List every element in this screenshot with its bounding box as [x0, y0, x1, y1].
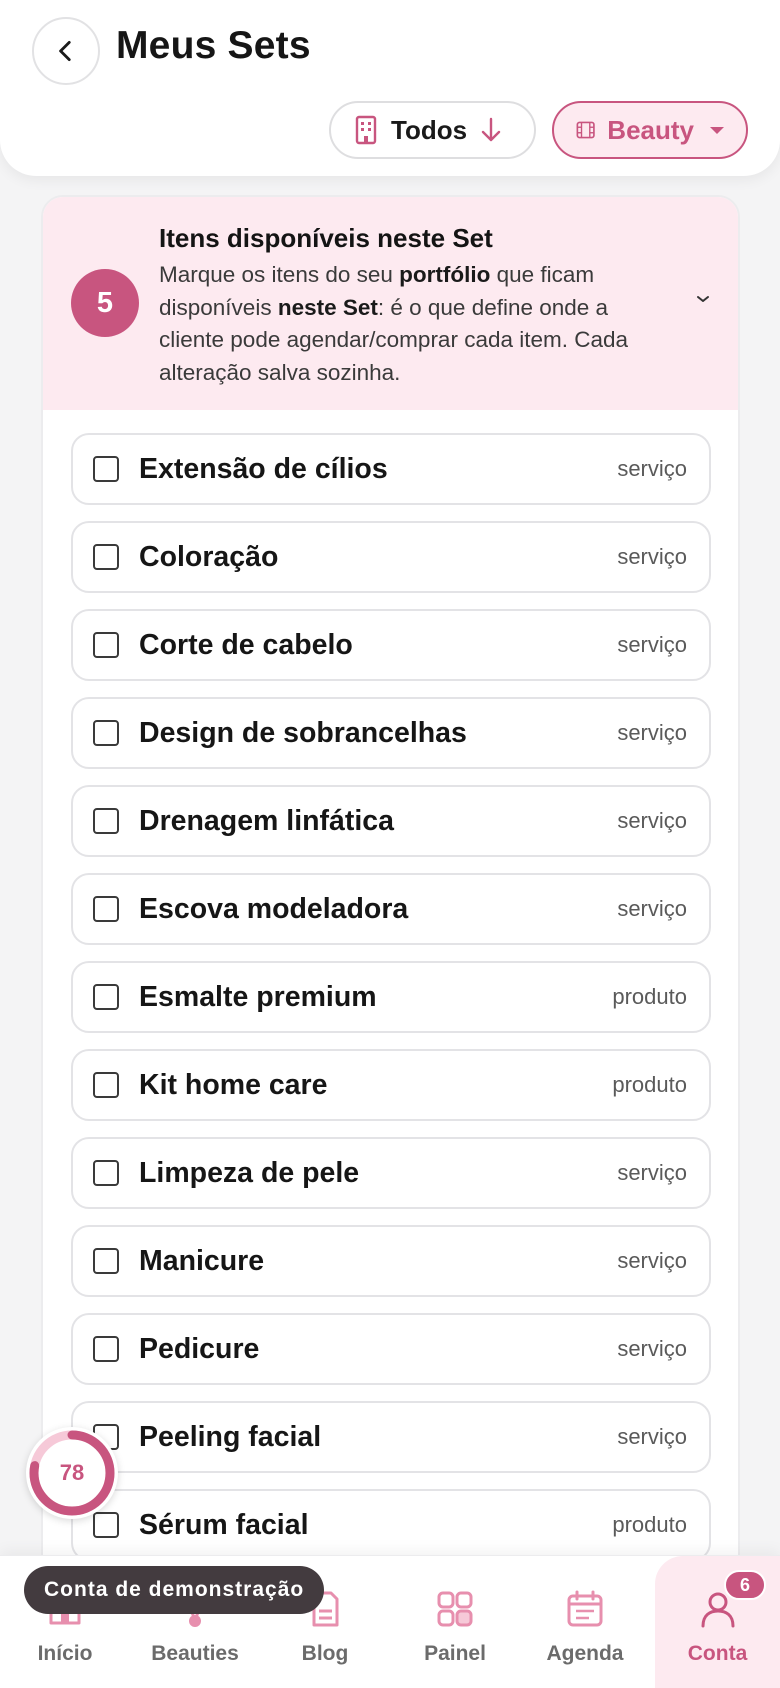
list-item[interactable]: Manicure serviço	[71, 1225, 711, 1297]
item-name: Coloração	[139, 540, 279, 573]
item-type: serviço	[617, 1248, 687, 1273]
info-title: Itens disponíveis neste Set	[159, 223, 493, 253]
item-name: Esmalte premium	[139, 980, 377, 1013]
filter-all-label: Todos	[391, 114, 468, 145]
item-checkbox[interactable]	[93, 456, 119, 482]
nav-label-blog: Blog	[301, 1642, 349, 1665]
nav-item-agenda[interactable]: Agenda	[525, 1556, 645, 1688]
item-name: Pedicure	[139, 1332, 260, 1365]
page-title: Meus Sets	[116, 24, 311, 67]
item-name: Manicure	[139, 1244, 265, 1277]
nav-label-conta: Conta	[687, 1642, 748, 1665]
grid-icon	[437, 1591, 473, 1627]
item-checkbox[interactable]	[93, 1248, 119, 1274]
item-checkbox[interactable]	[93, 1336, 119, 1362]
item-checkbox[interactable]	[93, 1072, 119, 1098]
film-icon	[576, 121, 595, 139]
item-checkbox[interactable]	[93, 720, 119, 746]
item-checkbox[interactable]	[93, 808, 119, 834]
item-type: serviço	[617, 456, 687, 481]
info-panel[interactable]: 5 Itens disponíveis neste Set Marque os …	[43, 197, 738, 410]
list-item[interactable]: Design de sobrancelhas serviço	[71, 697, 711, 769]
item-checkbox[interactable]	[93, 632, 119, 658]
item-name: Extensão de cílios	[139, 452, 388, 485]
item-name: Kit home care	[139, 1068, 328, 1101]
item-type: serviço	[617, 720, 687, 745]
list-item[interactable]: Esmalte premium produto	[71, 961, 711, 1033]
list-item[interactable]: Coloração serviço	[71, 521, 711, 593]
notification-badge: 6	[724, 1570, 766, 1600]
profile-score-ring[interactable]: 78	[26, 1427, 118, 1519]
arrow-down-icon	[481, 117, 501, 142]
item-name: Sérum facial	[139, 1508, 309, 1541]
item-type: serviço	[617, 808, 687, 833]
list-item[interactable]: Peeling facial serviço	[71, 1401, 711, 1473]
list-item[interactable]: Corte de cabelo serviço	[71, 609, 711, 681]
calendar-icon	[567, 1590, 603, 1627]
brand-select-label: Beauty	[607, 114, 694, 145]
nav-item-painel[interactable]: Painel	[395, 1556, 515, 1688]
nav-label-beauties: Beauties	[151, 1642, 239, 1665]
score-value: 78	[59, 1460, 85, 1485]
list-item[interactable]: Sérum facial produto	[71, 1489, 711, 1561]
item-type: serviço	[617, 1336, 687, 1361]
item-checkbox[interactable]	[93, 1160, 119, 1186]
caret-down-icon	[710, 126, 724, 134]
item-type: serviço	[617, 632, 687, 657]
list-item[interactable]: Escova modeladora serviço	[71, 873, 711, 945]
item-type: produto	[612, 1512, 687, 1537]
item-checkbox[interactable]	[93, 544, 119, 570]
nav-label-agenda: Agenda	[546, 1642, 624, 1665]
item-checkbox[interactable]	[93, 984, 119, 1010]
list-item[interactable]: Drenagem linfática serviço	[71, 785, 711, 857]
item-name: Corte de cabelo	[139, 628, 353, 661]
step-badge: 5	[71, 269, 139, 337]
item-type: produto	[612, 984, 687, 1009]
set-items-card: 5 Itens disponíveis neste Set Marque os …	[41, 195, 740, 1688]
nav-label-painel: Painel	[424, 1642, 486, 1665]
item-name: Escova modeladora	[139, 892, 409, 925]
nav-item-conta[interactable]: Conta 6	[655, 1556, 780, 1688]
item-name: Design de sobrancelhas	[139, 716, 467, 749]
nav-label-inicio: Início	[37, 1642, 93, 1665]
items-list: Extensão de cílios serviço Coloração servi…	[71, 433, 711, 1577]
list-item[interactable]: Pedicure serviço	[71, 1313, 711, 1385]
chevron-left-icon	[59, 40, 71, 62]
item-checkbox[interactable]	[93, 896, 119, 922]
info-description: Marque os itens do seu portfólio que fic…	[159, 262, 629, 385]
demo-account-toast: Conta de demonstração	[24, 1566, 325, 1614]
item-name: Peeling facial	[139, 1420, 322, 1453]
item-type: serviço	[617, 1160, 687, 1185]
brand-select[interactable]: Beauty	[552, 101, 748, 159]
filter-all-button[interactable]: Todos	[329, 101, 536, 159]
item-type: serviço	[617, 544, 687, 569]
item-type: produto	[612, 1072, 687, 1097]
building-icon	[355, 115, 377, 145]
list-item[interactable]: Kit home care produto	[71, 1049, 711, 1121]
item-type: serviço	[617, 1424, 687, 1449]
chevron-down-icon[interactable]	[695, 293, 711, 305]
item-type: serviço	[617, 896, 687, 921]
app-header: Meus Sets Todos Beauty	[0, 0, 780, 176]
item-name: Drenagem linfática	[139, 804, 394, 837]
list-item[interactable]: Extensão de cílios serviço	[71, 433, 711, 505]
item-name: Limpeza de pele	[139, 1156, 360, 1189]
back-button[interactable]	[32, 17, 100, 85]
list-item[interactable]: Limpeza de pele serviço	[71, 1137, 711, 1209]
